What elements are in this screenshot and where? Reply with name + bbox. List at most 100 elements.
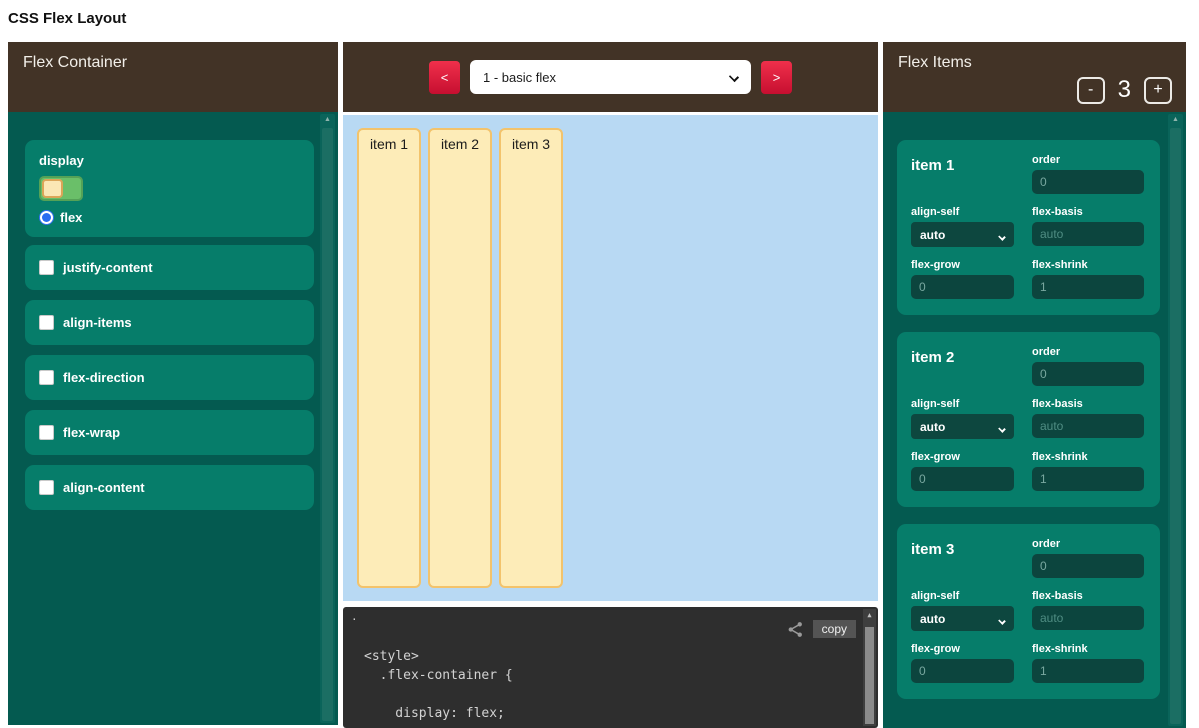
display-toggle-knob (42, 179, 63, 198)
align-self-label: align-self (911, 206, 1014, 218)
item-2-flex-shrink-field: flex-shrink (1032, 451, 1144, 491)
item-3-title: item 3 (911, 538, 1014, 578)
main-columns: Flex Container display flex justify-cont… (8, 42, 1186, 728)
left-panel-scrollbar-thumb[interactable] (322, 128, 333, 721)
item-3-flex-grow-field: flex-grow (911, 643, 1014, 683)
item-2-flex-grow-field: flex-grow (911, 451, 1014, 491)
preset-select[interactable]: 1 - basic flex (470, 60, 751, 94)
demo-item-2: item 2 (428, 128, 492, 588)
justify-content-label: justify-content (63, 260, 153, 275)
item-1-order-input[interactable] (1032, 170, 1144, 194)
code-leading-char: . (351, 610, 358, 623)
display-flex-radio[interactable] (39, 210, 54, 225)
code-line: .flex-container { (364, 666, 878, 685)
item-3-order-input[interactable] (1032, 554, 1144, 578)
flex-shrink-label: flex-shrink (1032, 451, 1144, 463)
flex-grow-label: flex-grow (911, 451, 1014, 463)
item-1-flex-grow-field: flex-grow (911, 259, 1014, 299)
prev-preset-button[interactable]: < (429, 61, 460, 94)
justify-content-checkbox[interactable] (39, 260, 54, 275)
item-2-flex-grow-input[interactable] (911, 467, 1014, 491)
preview-column: < 1 - basic flex > item 1 item 2 item 3 … (343, 42, 878, 728)
flex-basis-label: flex-basis (1032, 590, 1144, 602)
item-3-flex-basis-input[interactable] (1032, 606, 1144, 630)
display-flex-radio-row: flex (39, 210, 300, 225)
item-3-align-self-select[interactable]: auto (911, 606, 1014, 631)
align-items-label: align-items (63, 315, 132, 330)
code-scrollbar-thumb[interactable] (865, 627, 874, 724)
demo-item-3: item 3 (499, 128, 563, 588)
item-1-flex-basis-input[interactable] (1032, 222, 1144, 246)
display-flex-radio-label: flex (60, 210, 82, 225)
flex-direction-checkbox[interactable] (39, 370, 54, 385)
justify-content-card: justify-content (25, 245, 314, 290)
item-3-flex-shrink-input[interactable] (1032, 659, 1144, 683)
order-label: order (1032, 346, 1144, 358)
item-2-card: item 2 order align-self auto flex-basis … (897, 332, 1160, 507)
item-1-flex-shrink-input[interactable] (1032, 275, 1144, 299)
page-title: CSS Flex Layout (0, 0, 1199, 40)
item-count-controls: - 3 + (1077, 76, 1172, 104)
display-toggle[interactable] (39, 176, 83, 201)
item-1-flex-shrink-field: flex-shrink (1032, 259, 1144, 299)
flex-container-title: Flex Container (23, 54, 127, 71)
demo-item-1: item 1 (357, 128, 421, 588)
flex-container-body: display flex justify-content align-items (8, 112, 338, 725)
scroll-up-icon[interactable]: ▲ (863, 611, 876, 619)
item-3-flex-grow-input[interactable] (911, 659, 1014, 683)
item-1-flex-grow-input[interactable] (911, 275, 1014, 299)
flex-shrink-label: flex-shrink (1032, 259, 1144, 271)
align-content-checkbox[interactable] (39, 480, 54, 495)
item-1-order-field: order (1032, 154, 1144, 194)
flex-items-panel: Flex Items - 3 + item 1 order align-self… (883, 42, 1186, 728)
flex-wrap-checkbox[interactable] (39, 425, 54, 440)
align-content-label: align-content (63, 480, 145, 495)
code-panel: . copy <style> .flex-container { display… (343, 607, 878, 728)
preset-bar: < 1 - basic flex > (343, 42, 878, 112)
item-2-flex-shrink-input[interactable] (1032, 467, 1144, 491)
share-icon[interactable] (787, 621, 804, 638)
code-scrollbar[interactable]: ▲ (863, 609, 876, 726)
align-content-card: align-content (25, 465, 314, 510)
right-panel-scrollbar[interactable]: ▲ (1168, 114, 1183, 726)
item-2-flex-basis-field: flex-basis (1032, 398, 1144, 439)
align-self-label: align-self (911, 590, 1014, 602)
item-1-align-self-field: align-self auto (911, 206, 1014, 247)
item-3-card: item 3 order align-self auto flex-basis … (897, 524, 1160, 699)
item-2-flex-basis-input[interactable] (1032, 414, 1144, 438)
right-panel-scrollbar-thumb[interactable] (1170, 128, 1181, 724)
item-3-flex-shrink-field: flex-shrink (1032, 643, 1144, 683)
left-panel-scrollbar[interactable]: ▲ (320, 114, 335, 723)
flex-demo-container: item 1 item 2 item 3 (343, 115, 878, 601)
display-label: display (39, 153, 300, 168)
add-item-button[interactable]: + (1144, 77, 1172, 104)
item-1-title: item 1 (911, 154, 1014, 194)
next-preset-button[interactable]: > (761, 61, 792, 94)
item-1-align-self-select[interactable]: auto (911, 222, 1014, 247)
preset-select-wrap: 1 - basic flex (470, 60, 751, 94)
item-count: 3 (1118, 76, 1131, 104)
align-items-checkbox[interactable] (39, 315, 54, 330)
item-1-card: item 1 order align-self auto flex-basis … (897, 140, 1160, 315)
item-3-order-field: order (1032, 538, 1144, 578)
flex-basis-label: flex-basis (1032, 206, 1144, 218)
item-1-flex-basis-field: flex-basis (1032, 206, 1144, 247)
flex-direction-card: flex-direction (25, 355, 314, 400)
item-2-order-field: order (1032, 346, 1144, 386)
item-3-flex-basis-field: flex-basis (1032, 590, 1144, 631)
item-2-order-input[interactable] (1032, 362, 1144, 386)
flex-items-body: item 1 order align-self auto flex-basis … (883, 112, 1186, 728)
flex-direction-label: flex-direction (63, 370, 145, 385)
remove-item-button[interactable]: - (1077, 77, 1105, 104)
align-self-label: align-self (911, 398, 1014, 410)
flex-container-header: Flex Container (8, 42, 338, 112)
item-2-align-self-select[interactable]: auto (911, 414, 1014, 439)
item-2-align-self-field: align-self auto (911, 398, 1014, 439)
code-line: display: flex; (364, 704, 878, 723)
scroll-up-icon[interactable]: ▲ (320, 116, 335, 123)
flex-wrap-card: flex-wrap (25, 410, 314, 455)
order-label: order (1032, 538, 1144, 550)
flex-grow-label: flex-grow (911, 259, 1014, 271)
copy-button[interactable]: copy (813, 620, 856, 638)
scroll-up-icon[interactable]: ▲ (1168, 116, 1183, 123)
